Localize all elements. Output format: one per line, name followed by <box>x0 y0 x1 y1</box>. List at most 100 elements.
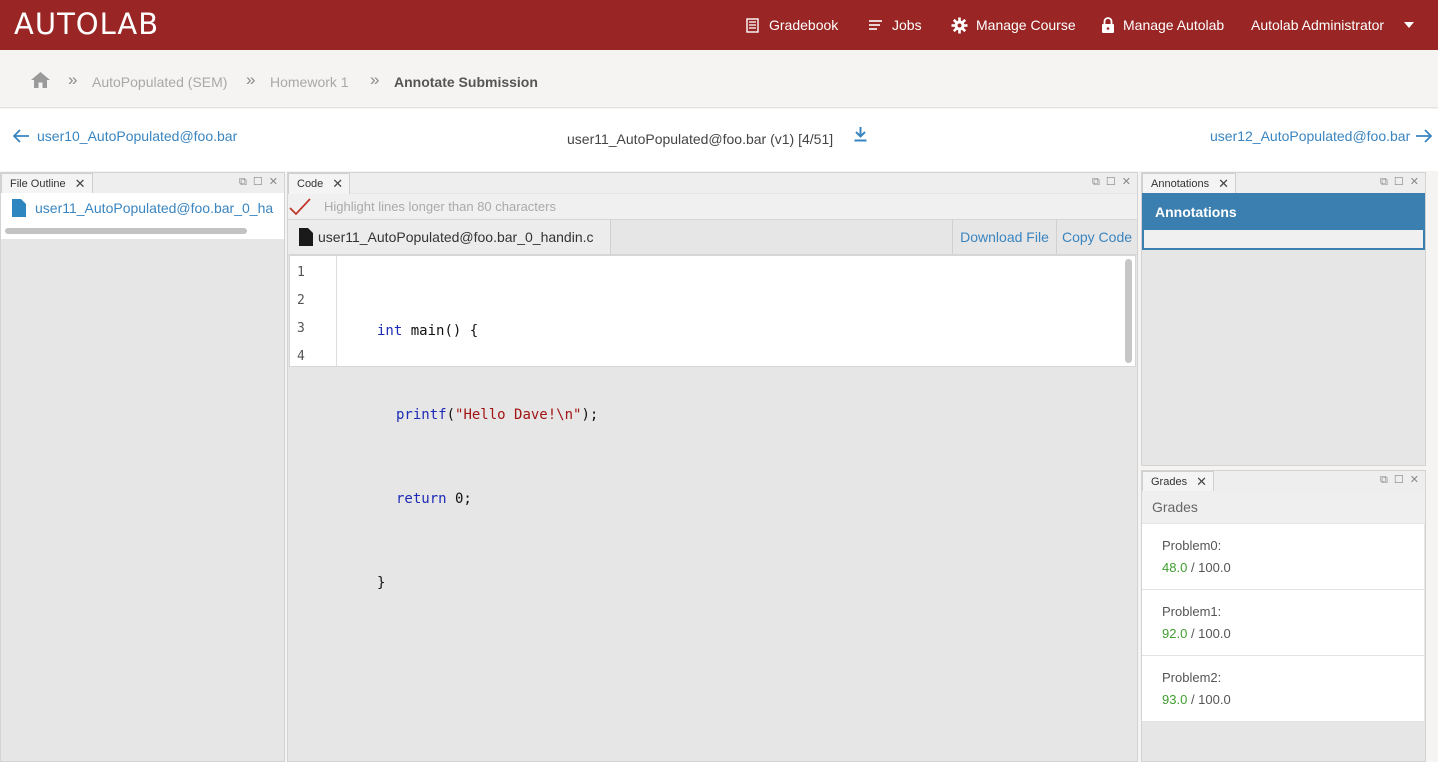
grade-item[interactable]: Problem1: 92.0 / 100.0 <box>1142 590 1424 656</box>
caret-down-icon <box>1404 22 1415 28</box>
breadcrumb-assessment[interactable]: Homework 1 <box>270 74 349 90</box>
nav-manage-course-label: Manage Course <box>976 17 1076 33</box>
score-max: / 100.0 <box>1190 560 1231 575</box>
top-navbar: AUTOLAB Gradebook Jobs Manage Course Man… <box>0 0 1438 50</box>
problem-name: Problem0: <box>1162 538 1222 553</box>
breadcrumb-separator: » <box>68 70 78 89</box>
code-text: main() { <box>402 323 479 339</box>
prev-submission-link[interactable]: user10_AutoPopulated@foo.bar <box>13 128 237 144</box>
autolab-logo[interactable]: AUTOLAB <box>14 9 159 39</box>
breadcrumb-course[interactable]: AutoPopulated (SEM) <box>92 74 227 90</box>
tab-grades[interactable]: Grades ✕ <box>1142 471 1214 492</box>
popout-icon[interactable]: ⧉ <box>1380 473 1388 487</box>
code-tabbar: Code ✕ ⧉ ☐ ✕ <box>288 173 1137 194</box>
panel-controls: ⧉ ☐ ✕ <box>239 175 278 189</box>
breadcrumb-separator: » <box>370 70 380 89</box>
line-number[interactable]: 2 <box>297 287 305 315</box>
nav-user-menu[interactable]: Autolab Administrator <box>1251 0 1415 50</box>
tab-annotations[interactable]: Annotations ✕ <box>1142 173 1237 194</box>
download-icon[interactable] <box>854 127 867 142</box>
download-file-label: Download File <box>960 229 1049 245</box>
nav-manage-autolab-label: Manage Autolab <box>1123 17 1225 33</box>
breadcrumb-current: Annotate Submission <box>394 74 538 90</box>
grade-item[interactable]: Problem2: 93.0 / 100.0 <box>1142 656 1424 722</box>
maximize-icon[interactable]: ☐ <box>1106 175 1116 189</box>
grades-panel: Grades ✕ ⧉ ☐ ✕ Grades Problem0: 48.0 / 1… <box>1141 470 1426 762</box>
nav-jobs[interactable]: Jobs <box>868 0 922 50</box>
close-icon[interactable]: ✕ <box>269 175 278 189</box>
code-viewer: 1 2 3 4 int main() { printf("Hello Dave!… <box>289 255 1136 591</box>
code-line[interactable]: int main() { <box>377 317 598 345</box>
next-submission-link[interactable]: user12_AutoPopulated@foo.bar <box>1210 128 1433 144</box>
popout-icon[interactable]: ⧉ <box>1092 175 1100 189</box>
close-icon[interactable]: ✕ <box>1410 175 1419 189</box>
tab-code[interactable]: Code ✕ <box>288 173 351 194</box>
submission-navigation: user10_AutoPopulated@foo.bar user11_Auto… <box>0 109 1438 171</box>
gradebook-icon <box>746 17 759 33</box>
code-keyword: printf <box>396 407 447 423</box>
file-outline-item[interactable]: user11_AutoPopulated@foo.bar_0_ha <box>12 199 284 217</box>
popout-icon[interactable]: ⧉ <box>239 175 247 189</box>
file-outline-tabbar: File Outline ✕ ⧉ ☐ ✕ <box>1 173 284 194</box>
annotations-tabbar: Annotations ✕ ⧉ ☐ ✕ <box>1142 173 1425 194</box>
grades-header-label: Grades <box>1152 499 1198 515</box>
close-icon[interactable]: ✕ <box>332 176 343 192</box>
code-keyword: int <box>377 323 403 339</box>
prev-user-label: user10_AutoPopulated@foo.bar <box>37 128 238 144</box>
code-line[interactable]: } <box>377 569 598 597</box>
score-value: 92.0 <box>1162 626 1188 641</box>
maximize-icon[interactable]: ☐ <box>1394 473 1404 487</box>
highlight-toggle-row[interactable]: Highlight lines longer than 80 character… <box>288 194 1137 219</box>
grade-item[interactable]: Problem0: 48.0 / 100.0 <box>1142 524 1424 590</box>
panel-controls: ⧉ ☐ ✕ <box>1380 175 1419 189</box>
popout-icon[interactable]: ⧉ <box>1380 175 1388 189</box>
home-icon[interactable] <box>31 72 50 88</box>
annotations-box: Annotations <box>1142 193 1425 250</box>
code-file-header: user11_AutoPopulated@foo.bar_0_handin.c … <box>288 219 1137 255</box>
code-line[interactable]: return 0; <box>377 485 598 513</box>
copy-code-label: Copy Code <box>1061 229 1133 245</box>
tab-annotations-label: Annotations <box>1151 178 1210 190</box>
code-keyword: return <box>396 491 447 507</box>
highlight-toggle-label: Highlight lines longer than 80 character… <box>324 199 556 214</box>
nav-jobs-label: Jobs <box>892 17 922 33</box>
problem-score: 92.0 / 100.0 <box>1162 626 1231 641</box>
code-lines: int main() { printf("Hello Dave!\n"); re… <box>377 261 598 653</box>
close-icon[interactable]: ✕ <box>1410 473 1419 487</box>
line-number[interactable]: 3 <box>297 315 305 343</box>
panel-controls: ⧉ ☐ ✕ <box>1092 175 1131 189</box>
nav-gradebook[interactable]: Gradebook <box>746 0 838 50</box>
arrow-right-icon <box>1416 129 1433 143</box>
download-file-button[interactable]: Download File <box>952 220 1056 254</box>
maximize-icon[interactable]: ☐ <box>1394 175 1404 189</box>
file-icon <box>299 228 313 246</box>
code-string: "Hello Dave!\n" <box>455 407 582 423</box>
tab-grades-label: Grades <box>1151 476 1188 488</box>
panel-controls: ⧉ ☐ ✕ <box>1380 473 1419 487</box>
gear-icon <box>951 17 968 33</box>
nav-manage-autolab[interactable]: Manage Autolab <box>1101 0 1224 50</box>
close-icon[interactable]: ✕ <box>1218 176 1229 192</box>
line-number[interactable]: 1 <box>297 259 305 287</box>
vertical-scrollbar[interactable] <box>1125 259 1132 363</box>
line-number[interactable]: 4 <box>297 343 305 371</box>
code-text: 0; <box>446 491 472 507</box>
horizontal-scrollbar[interactable] <box>5 228 247 234</box>
current-submission-title: user11_AutoPopulated@foo.bar (v1) [4/51] <box>567 131 834 147</box>
tab-file-outline-label: File Outline <box>10 178 66 190</box>
close-icon[interactable]: ✕ <box>75 176 86 192</box>
nav-user-label: Autolab Administrator <box>1251 17 1385 33</box>
close-icon[interactable]: ✕ <box>1122 175 1131 189</box>
checkmark-icon <box>289 197 311 215</box>
arrow-left-icon <box>13 129 29 143</box>
code-text: ); <box>581 407 599 423</box>
code-panel: Code ✕ ⧉ ☐ ✕ Highlight lines longer than… <box>287 172 1138 762</box>
tab-file-outline[interactable]: File Outline ✕ <box>1 173 93 194</box>
annotations-list <box>1144 230 1423 248</box>
close-icon[interactable]: ✕ <box>1196 474 1207 490</box>
code-text: } <box>377 575 386 591</box>
code-line[interactable]: printf("Hello Dave!\n"); <box>377 401 598 429</box>
maximize-icon[interactable]: ☐ <box>253 175 263 189</box>
nav-manage-course[interactable]: Manage Course <box>951 0 1076 50</box>
copy-code-button[interactable]: Copy Code <box>1056 220 1137 254</box>
